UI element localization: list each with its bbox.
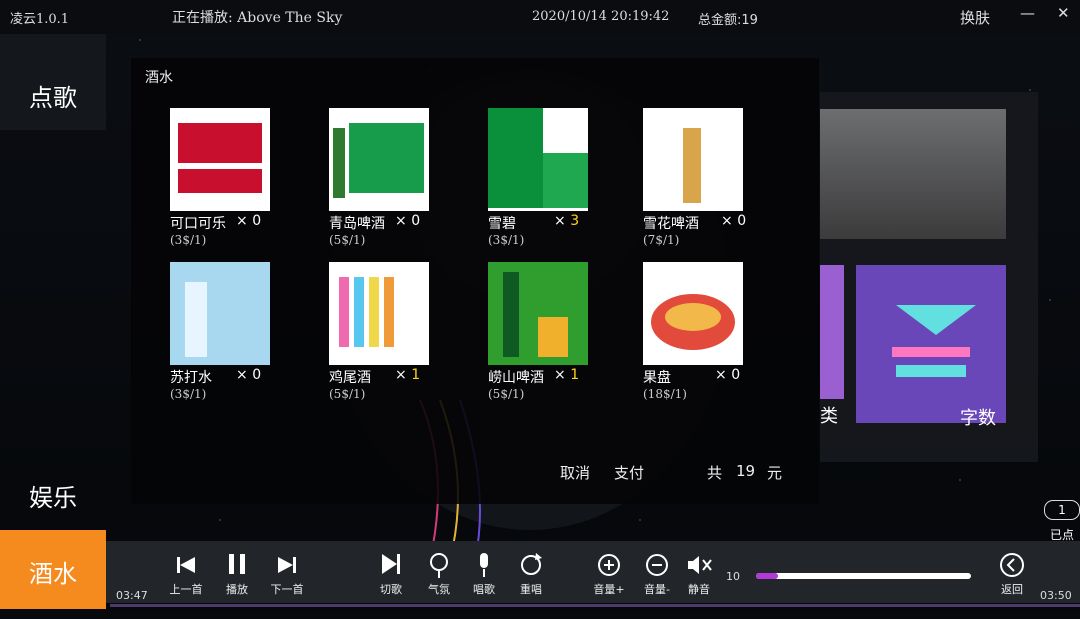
drink-item[interactable]: 雪碧 × 3 (3$/1) (488, 108, 608, 258)
total-time: 03:50 (1040, 589, 1072, 602)
item-price: (3$/1) (170, 387, 207, 401)
snow-beer-image[interactable] (643, 108, 743, 211)
drink-item[interactable]: 崂山啤酒 × 1 (5$/1) (488, 262, 608, 412)
ambient-label: 气氛 (428, 583, 450, 596)
cut-song-label: 切歌 (380, 583, 402, 596)
next-label: 下一首 (270, 583, 304, 596)
minimize-button[interactable]: — (1020, 4, 1035, 22)
cocktail-image[interactable] (329, 262, 429, 365)
drinks-dialog: 酒水 可口可乐 × 0 (3$/1) 青岛啤酒 × 0 (5$/1) 雪碧 × … (131, 58, 819, 504)
item-name: 苏打水 (170, 370, 212, 386)
fruit-platter-image[interactable] (643, 262, 743, 365)
item-qty: × 0 (715, 367, 741, 383)
drink-item[interactable]: 鸡尾酒 × 1 (5$/1) (329, 262, 449, 412)
already-selected[interactable]: 1 已点 (1044, 500, 1080, 543)
category-label: 类 (820, 406, 838, 427)
item-qty: × 1 (395, 367, 421, 383)
total-unit: 元 (767, 464, 783, 482)
item-price: (3$/1) (170, 233, 207, 247)
tsingtao-beer-image[interactable] (329, 108, 429, 211)
now-playing-text: 正在播放: Above The Sky (172, 10, 343, 26)
item-price: (5$/1) (488, 387, 525, 401)
skip-icon (382, 554, 400, 574)
laoshan-beer-image[interactable] (488, 262, 588, 365)
skin-button[interactable]: 换肤 (960, 7, 990, 28)
drink-item[interactable]: 可口可乐 × 0 (3$/1) (170, 108, 290, 258)
cancel-button[interactable]: 取消 (560, 462, 590, 483)
item-name: 雪花啤酒 (643, 216, 699, 232)
item-qty: × 1 (554, 367, 580, 383)
right-panel: 类 字数 (820, 92, 1038, 462)
sidebar-item-entertainment[interactable]: 娱乐 (0, 478, 106, 513)
soda-water-image[interactable] (170, 262, 270, 365)
item-price: (7$/1) (643, 233, 680, 247)
back-icon (1000, 553, 1024, 577)
sing-label: 唱歌 (473, 583, 495, 596)
previous-icon (177, 557, 195, 573)
pattern-icon (892, 305, 976, 377)
drink-item[interactable]: 雪花啤酒 × 0 (7$/1) (643, 108, 763, 258)
pause-icon (229, 554, 245, 574)
elapsed-time: 03:47 (116, 589, 148, 602)
drink-item[interactable]: 果盘 × 0 (18$/1) (643, 262, 763, 412)
microphone-icon (480, 553, 488, 577)
datetime: 2020/10/14 20:19:42 (532, 9, 670, 24)
dialog-title: 酒水 (145, 70, 173, 86)
pay-button[interactable]: 支付 (614, 462, 644, 483)
item-qty: × 0 (395, 213, 421, 229)
sidebar-item-song[interactable]: 点歌 (0, 78, 106, 113)
item-qty: × 3 (554, 213, 580, 229)
item-name: 青岛啤酒 (329, 216, 385, 232)
item-qty: × 0 (236, 367, 262, 383)
item-price: (18$/1) (643, 387, 687, 401)
word-count-label: 字数 (960, 408, 996, 429)
plus-circle-icon (598, 554, 620, 576)
word-count-tile[interactable] (856, 265, 1006, 423)
total-amount: 总金额:19 (698, 13, 758, 28)
volume-up-label: 音量+ (593, 583, 625, 596)
sprite-image[interactable] (488, 108, 588, 211)
item-name: 可口可乐 (170, 216, 226, 232)
item-price: (3$/1) (488, 233, 525, 247)
mute-label: 静音 (688, 583, 710, 596)
item-qty: × 0 (236, 213, 262, 229)
already-count: 1 (1044, 500, 1080, 520)
sidebar-item-drinks[interactable]: 酒水 (0, 530, 106, 609)
coca-cola-image[interactable] (170, 108, 270, 211)
song-progress[interactable] (110, 604, 1080, 607)
drink-item[interactable]: 青岛啤酒 × 0 (5$/1) (329, 108, 449, 258)
replay-label: 重唱 (520, 583, 542, 596)
volume-slider-fill (756, 573, 778, 579)
next-icon (278, 557, 296, 573)
drink-item[interactable]: 苏打水 × 0 (3$/1) (170, 262, 290, 412)
volume-slider[interactable] (756, 573, 971, 579)
close-button[interactable]: ✕ (1057, 4, 1070, 22)
item-qty: × 0 (721, 213, 747, 229)
category-tile[interactable] (820, 265, 844, 399)
mute-icon (688, 556, 712, 574)
control-bar: 上一首 播放 下一首 切歌 气氛 唱歌 重唱 音量+ 音量- 静音 返回 (106, 541, 1080, 603)
total-value: 19 (736, 462, 756, 480)
prev-label: 上一首 (169, 583, 203, 596)
volume-value: 10 (726, 570, 740, 583)
total-prefix: 共 (707, 464, 723, 482)
play-label: 播放 (226, 583, 248, 596)
item-name: 果盘 (643, 370, 671, 386)
ambient-icon (430, 553, 448, 578)
video-thumbnail[interactable] (820, 109, 1006, 239)
item-name: 鸡尾酒 (329, 370, 371, 386)
item-price: (5$/1) (329, 387, 366, 401)
replay-icon (521, 553, 542, 575)
item-name: 崂山啤酒 (488, 370, 544, 386)
item-price: (5$/1) (329, 233, 366, 247)
back-label: 返回 (1001, 583, 1023, 596)
item-name: 雪碧 (488, 216, 516, 232)
